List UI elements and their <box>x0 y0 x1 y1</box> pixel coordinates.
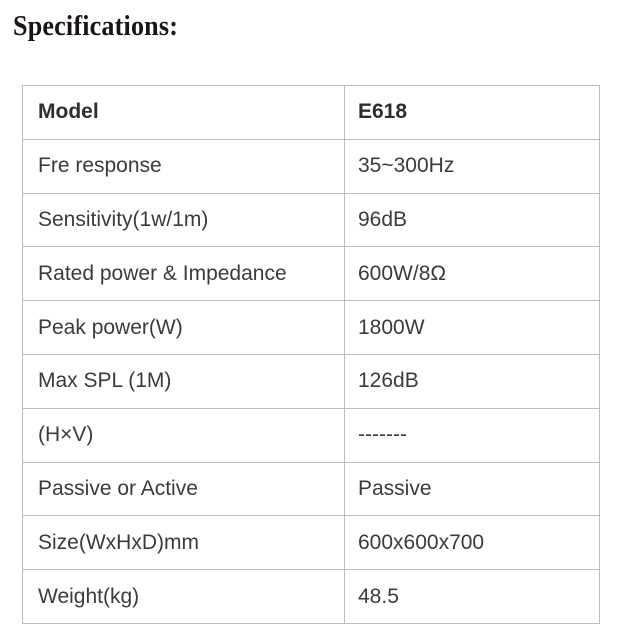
spec-label-rated-power-impedance: Rated power & Impedance <box>22 246 345 302</box>
spec-label-sensitivity: Sensitivity(1w/1m) <box>22 192 345 248</box>
table-row: Sensitivity(1w/1m) 96dB <box>22 192 600 248</box>
table-row: Size(WxHxD)mm 600x600x700 <box>22 515 600 571</box>
table-row: Max SPL (1M) 126dB <box>22 353 600 409</box>
specifications-table: Model E618 Fre response 35~300Hz Sensiti… <box>22 85 600 624</box>
spec-label-coverage-hxv: (H×V) <box>22 407 345 463</box>
spec-label-weight: Weight(kg) <box>22 569 345 624</box>
spec-value-sensitivity: 96dB <box>344 192 600 248</box>
table-row: (H×V) ------- <box>22 407 600 463</box>
spec-value-model: E618 <box>344 85 600 140</box>
table-row: Peak power(W) 1800W <box>22 300 600 355</box>
table-row-model: Model E618 <box>22 85 600 140</box>
spec-value-fre-response: 35~300Hz <box>344 138 600 194</box>
page-title: Specifications: <box>13 10 179 42</box>
specifications-table-container: Model E618 Fre response 35~300Hz Sensiti… <box>22 85 600 624</box>
spec-label-peak-power: Peak power(W) <box>22 300 345 355</box>
spec-value-coverage-hxv: ------- <box>344 407 600 463</box>
spec-label-max-spl: Max SPL (1M) <box>22 353 345 409</box>
table-row: Weight(kg) 48.5 <box>22 569 600 624</box>
table-row: Rated power & Impedance 600W/8Ω <box>22 246 600 302</box>
spec-value-passive-or-active: Passive <box>344 461 600 517</box>
spec-label-fre-response: Fre response <box>22 138 345 194</box>
specifications-page: Specifications: Model E618 Fre response … <box>0 0 623 628</box>
spec-value-weight: 48.5 <box>344 569 600 624</box>
table-row: Fre response 35~300Hz <box>22 138 600 194</box>
spec-value-rated-power-impedance: 600W/8Ω <box>344 246 600 302</box>
spec-label-model: Model <box>22 85 345 140</box>
spec-label-passive-or-active: Passive or Active <box>22 461 345 517</box>
spec-value-max-spl: 126dB <box>344 353 600 409</box>
spec-value-size: 600x600x700 <box>344 515 600 571</box>
spec-value-peak-power: 1800W <box>344 300 600 355</box>
specifications-table-body: Model E618 Fre response 35~300Hz Sensiti… <box>22 85 600 624</box>
table-row: Passive or Active Passive <box>22 461 600 517</box>
spec-label-size: Size(WxHxD)mm <box>22 515 345 571</box>
